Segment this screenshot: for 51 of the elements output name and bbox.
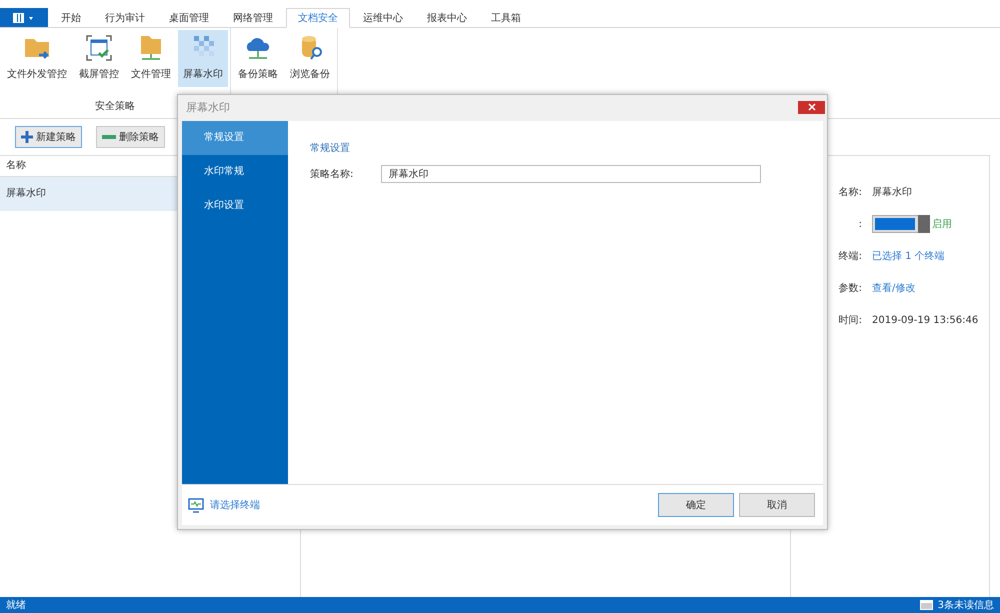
ribbon-button[interactable]: 文件外发管控	[2, 30, 72, 87]
ribbon-tab[interactable]: 运维中心	[352, 8, 414, 27]
ribbon-tab[interactable]: 桌面管理	[158, 8, 220, 27]
app-menu-button[interactable]	[0, 8, 48, 27]
close-button[interactable]	[798, 100, 825, 114]
close-icon	[808, 103, 816, 111]
detail-link[interactable]: 查看/修改	[872, 281, 916, 295]
ribbon-button[interactable]: 备份策略	[233, 30, 283, 87]
unread-messages[interactable]: 3条未读信息	[938, 598, 994, 612]
dialog-button[interactable]: 确定	[658, 493, 734, 517]
ribbon-button[interactable]: 浏览备份	[285, 30, 335, 87]
screenshot-icon	[86, 35, 112, 61]
detail-value: 2019-09-19 13:56:46	[872, 314, 978, 326]
ribbon-tab[interactable]: 行为审计	[94, 8, 156, 27]
field-label: 策略名称:	[310, 168, 354, 181]
ribbon-tab[interactable]: 网络管理	[222, 8, 284, 27]
ribbon-tab[interactable]: 工具箱	[480, 8, 532, 27]
toggle-switch[interactable]	[872, 215, 930, 233]
status-text: 就绪	[6, 598, 26, 612]
detail-label: 名称:	[838, 186, 862, 199]
detail-label: 终端:	[838, 250, 862, 263]
folder-arrow-icon	[25, 39, 49, 60]
detail-label: 时间:	[838, 314, 862, 327]
detail-link[interactable]: 已选择 1 个终端	[872, 249, 945, 263]
database-search-icon	[302, 36, 322, 60]
monitor-icon	[188, 498, 204, 512]
detail-label: :	[858, 218, 862, 230]
ribbon-button[interactable]: 截屏管控	[74, 30, 124, 87]
ribbon-tab[interactable]: 文档安全	[286, 8, 350, 28]
folder-network-icon	[141, 36, 161, 60]
toolbar-button[interactable]: 删除策略	[96, 126, 165, 148]
toolbar-button[interactable]: 新建策略	[15, 126, 82, 148]
section-heading: 常规设置	[310, 142, 351, 155]
dialog-title: 屏幕水印	[186, 100, 230, 114]
ribbon-button[interactable]: 屏幕水印	[178, 30, 228, 87]
mail-icon	[920, 600, 933, 610]
toggle-state: 启用	[932, 218, 952, 231]
name-input-field[interactable]: 屏幕水印	[381, 165, 762, 183]
cloud-icon	[246, 38, 270, 59]
ribbon-button[interactable]: 文件管理	[126, 30, 176, 87]
select-terminal-link[interactable]: 请选择终端	[210, 498, 260, 512]
dialog-button[interactable]: 取消	[739, 493, 815, 517]
checker-icon	[194, 36, 214, 56]
ribbon-tab[interactable]: 报表中心	[416, 8, 478, 27]
plus-icon	[21, 131, 33, 143]
ribbon-tab[interactable]: 开始	[50, 8, 92, 27]
minus-icon	[102, 135, 116, 139]
group-label: 安全策略	[95, 100, 135, 113]
detail-value: 屏幕水印	[872, 186, 912, 199]
menu-icon	[13, 12, 35, 22]
detail-label: 参数:	[838, 282, 862, 295]
